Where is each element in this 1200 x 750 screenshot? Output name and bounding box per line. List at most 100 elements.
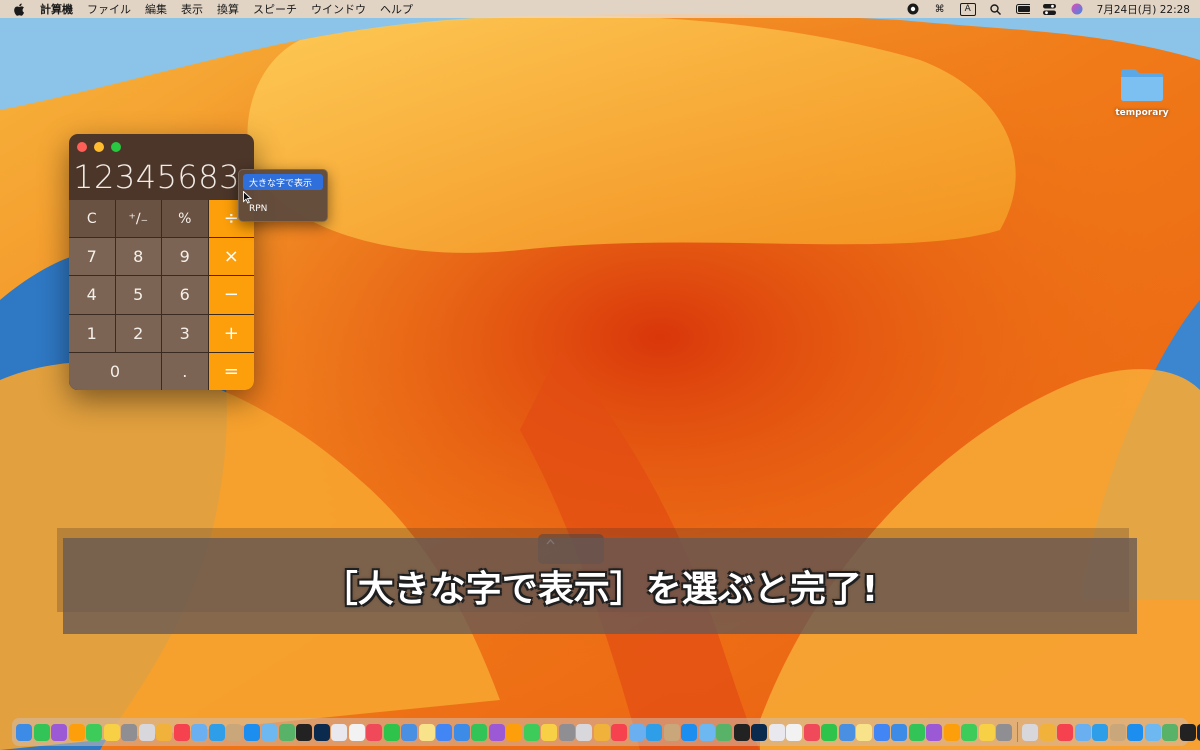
podcasts-icon[interactable]	[261, 723, 277, 741]
dock-app-icon[interactable]	[1144, 723, 1161, 741]
digit-4-key[interactable]: 4	[69, 276, 115, 314]
dock-app-icon[interactable]	[681, 723, 697, 741]
menu-help[interactable]: ヘルプ	[380, 1, 413, 17]
apple-menu-icon[interactable]	[12, 2, 26, 16]
desktop-folder[interactable]: temporary	[1110, 66, 1174, 118]
notes-icon[interactable]	[208, 723, 225, 741]
siri-icon[interactable]	[1070, 2, 1084, 16]
dock-app-icon[interactable]	[611, 723, 627, 741]
dock-app-icon[interactable]	[1074, 723, 1091, 741]
dock-app-icon[interactable]	[541, 723, 557, 741]
control-center-icon[interactable]	[1043, 2, 1057, 16]
menu-file[interactable]: ファイル	[87, 1, 131, 17]
chrome-icon[interactable]	[331, 723, 347, 741]
trash-icon[interactable]	[436, 723, 452, 741]
decimal-key[interactable]: .	[162, 352, 208, 390]
menu-convert[interactable]: 換算	[217, 1, 239, 17]
mail-icon[interactable]	[86, 723, 102, 741]
dock-app-icon[interactable]	[698, 723, 715, 741]
digit-0-key[interactable]: 0	[69, 352, 161, 390]
dock-app-icon[interactable]	[646, 723, 662, 741]
plus-key[interactable]: +	[208, 314, 254, 352]
dock-app-icon[interactable]	[961, 723, 977, 741]
system-settings-icon[interactable]	[313, 723, 330, 741]
dock-app-icon[interactable]	[838, 723, 855, 741]
finder-icon[interactable]	[16, 723, 32, 741]
dock-app-icon[interactable]	[506, 723, 522, 741]
dock-app-icon[interactable]	[453, 723, 470, 741]
dock-app-icon[interactable]	[1179, 723, 1196, 741]
menu-window[interactable]: ウインドウ	[311, 1, 366, 17]
command-icon[interactable]: ⌘	[933, 2, 947, 16]
dock-app-icon[interactable]	[1162, 723, 1178, 741]
contacts-icon[interactable]	[173, 723, 190, 741]
equals-key[interactable]: =	[208, 352, 254, 390]
dock-app-icon[interactable]	[768, 723, 785, 741]
battery-icon[interactable]	[1015, 2, 1030, 16]
digit-9-key[interactable]: 9	[162, 238, 208, 276]
news-icon[interactable]	[278, 723, 295, 741]
search-icon[interactable]	[989, 2, 1003, 16]
menu-view[interactable]: 表示	[181, 1, 203, 17]
zoom-button[interactable]	[111, 142, 121, 152]
dock-app-icon[interactable]	[576, 723, 592, 741]
menu-speech[interactable]: スピーチ	[253, 1, 297, 17]
calendar-icon[interactable]	[156, 723, 172, 741]
dock-app-icon[interactable]	[471, 723, 487, 741]
dock-app-icon[interactable]	[803, 723, 820, 741]
dock-app-icon[interactable]	[926, 723, 942, 741]
safari-icon[interactable]	[51, 723, 67, 741]
dock-app-icon[interactable]	[523, 723, 540, 741]
input-source-icon[interactable]: A	[959, 2, 976, 16]
dock-app-icon[interactable]	[943, 723, 960, 741]
line-icon[interactable]	[401, 723, 417, 741]
dock-app-icon[interactable]	[856, 723, 872, 741]
dock-app-icon[interactable]	[751, 723, 767, 741]
large-type-menu-item[interactable]: 大きな字で表示	[243, 174, 323, 190]
clear-key[interactable]: C	[69, 200, 115, 238]
dock-app-icon[interactable]	[1022, 723, 1038, 741]
multiply-key[interactable]: ×	[208, 238, 254, 276]
tv-icon[interactable]	[226, 723, 242, 741]
minimize-button[interactable]	[94, 142, 104, 152]
dock-app-icon[interactable]	[663, 723, 680, 741]
dock-app-icon[interactable]	[733, 723, 750, 741]
dock-app-icon[interactable]	[716, 723, 732, 741]
calculator-icon[interactable]	[383, 723, 400, 741]
app-store-icon[interactable]	[296, 723, 312, 741]
percent-key[interactable]: %	[162, 200, 208, 238]
dock-app-icon[interactable]	[1109, 723, 1126, 741]
messages-icon[interactable]	[68, 723, 85, 741]
dock-app-icon[interactable]	[908, 723, 925, 741]
maps-icon[interactable]	[103, 723, 120, 741]
folder-icon[interactable]	[418, 723, 435, 741]
facetime-icon[interactable]	[138, 723, 155, 741]
digit-2-key[interactable]: 2	[115, 314, 161, 352]
launchpad-icon[interactable]	[33, 723, 50, 741]
dock-app-icon[interactable]	[821, 723, 837, 741]
record-icon[interactable]	[906, 2, 920, 16]
sign-key[interactable]: ⁺∕₋	[115, 200, 161, 238]
digit-7-key[interactable]: 7	[69, 238, 115, 276]
dock-app-icon[interactable]	[978, 723, 995, 741]
dock-app-icon[interactable]	[1039, 723, 1056, 741]
rpn-menu-item[interactable]: RPN	[243, 201, 323, 217]
reminders-icon[interactable]	[191, 723, 207, 741]
digit-1-key[interactable]: 1	[69, 314, 115, 352]
dock-app-icon[interactable]	[891, 723, 907, 741]
dock-app-icon[interactable]	[628, 723, 645, 741]
dock-app-icon[interactable]	[558, 723, 575, 741]
menu-edit[interactable]: 編集	[145, 1, 167, 17]
dock-app-icon[interactable]	[873, 723, 890, 741]
preview-icon[interactable]	[366, 723, 382, 741]
digit-8-key[interactable]: 8	[115, 238, 161, 276]
dock-app-icon[interactable]	[996, 723, 1012, 741]
music-icon[interactable]	[243, 723, 260, 741]
digit-5-key[interactable]: 5	[115, 276, 161, 314]
digit-3-key[interactable]: 3	[162, 314, 208, 352]
dock-app-icon[interactable]	[1057, 723, 1073, 741]
digit-6-key[interactable]: 6	[162, 276, 208, 314]
dock-app-icon[interactable]	[1127, 723, 1143, 741]
dock-app-icon[interactable]	[1092, 723, 1108, 741]
dock-app-icon[interactable]	[488, 723, 505, 741]
